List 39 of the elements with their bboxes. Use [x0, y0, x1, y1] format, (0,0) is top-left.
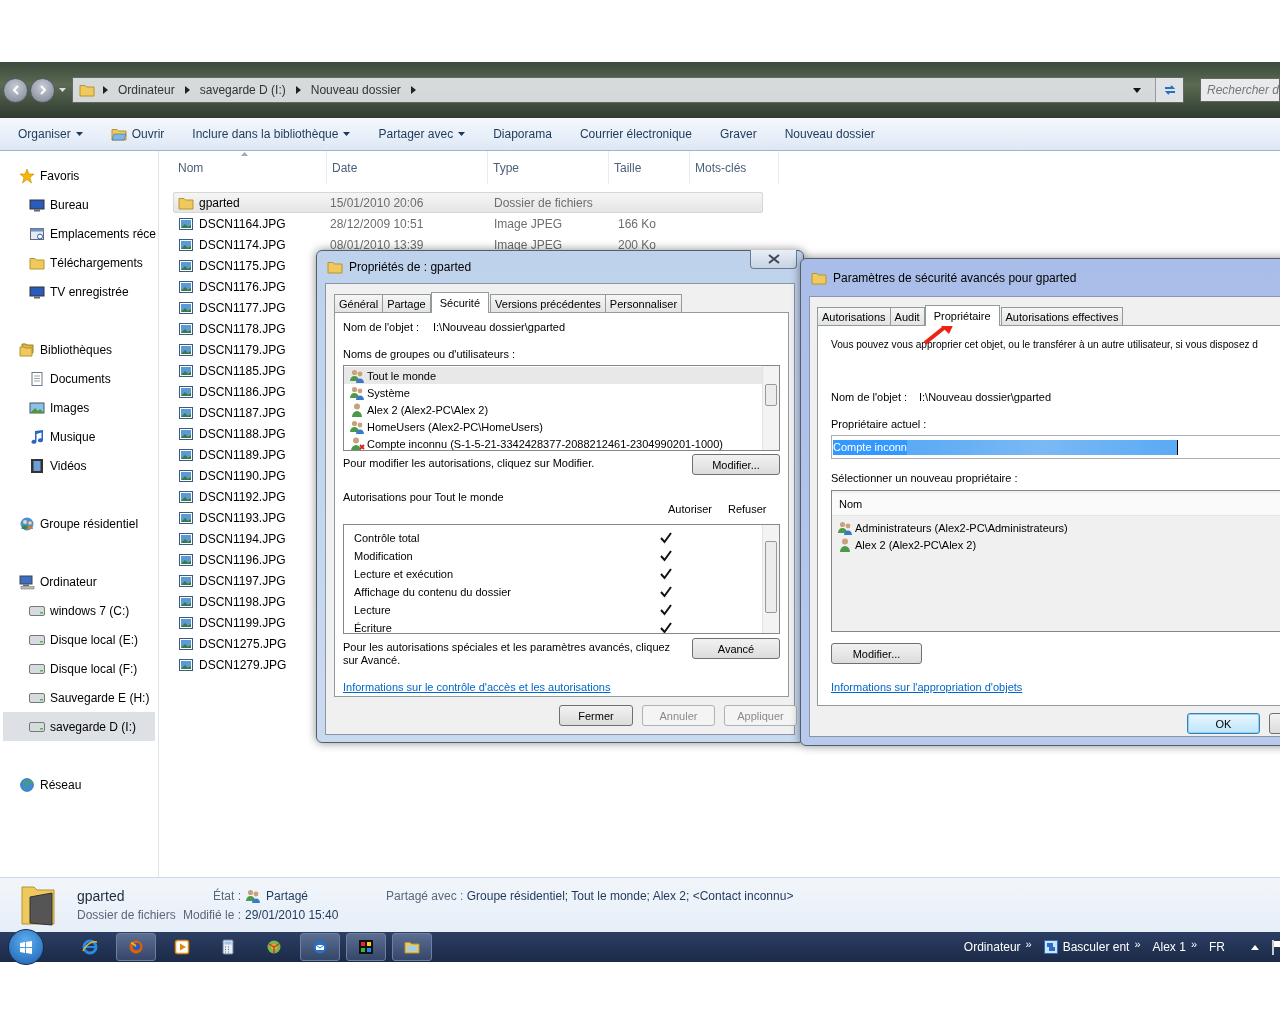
- state-label: État :: [212, 889, 241, 903]
- permission-name: Écriture: [354, 622, 393, 633]
- file-date: 28/12/2009 10:51: [329, 216, 425, 231]
- permission-name: Affichage du contenu du dossier: [354, 586, 512, 598]
- object-path: I:\Nouveau dossier\gparted: [919, 391, 1052, 403]
- owner-label: Propriétaire actuel :: [831, 418, 928, 432]
- permissions-label: Autorisations pour Tout le monde: [343, 491, 505, 503]
- modified-label: Modifié le :: [181, 908, 241, 922]
- file-type: Dossier de fichiers: [493, 195, 594, 210]
- object-label: Nom de l'objet :: [831, 391, 909, 403]
- file-date: 15/01/2010 20:06: [329, 195, 425, 210]
- column-header: Refuser: [728, 503, 768, 515]
- state-value: Partagé: [266, 889, 309, 903]
- file-date: 08/01/2010 13:39: [329, 237, 425, 252]
- object-label: Nom de l'objet :: [343, 321, 421, 333]
- dialog-title: Paramètres de sécurité avancés pour gparted: [833, 270, 1077, 285]
- file-name: DSCN1164.JPG: [174, 215, 326, 232]
- file-size: 200 Ko: [617, 237, 658, 252]
- shared-value: Groupe résidentiel; Tout le monde; Alex 2; <Contact inconnu>: [466, 889, 794, 903]
- modified-value: 29/01/2010 15:40: [245, 908, 340, 922]
- file-name: gparted: [174, 194, 326, 211]
- permission-name: Lecture et exécution: [354, 568, 455, 580]
- permission-name: Modification: [354, 550, 414, 562]
- permission-name: Lecture: [354, 604, 392, 616]
- hint-text: Pour modifier les autorisations, cliquez sur Modifier.: [343, 457, 595, 469]
- column-header: Autoriser: [668, 503, 714, 515]
- shared-label: Partagé avec :: [386, 889, 464, 903]
- item-name: gparted: [77, 888, 126, 904]
- permission-name: Contrôle total: [354, 532, 421, 544]
- users-label: Noms de groupes ou d'utilisateurs :: [343, 348, 517, 362]
- file-size: 166 Ko: [617, 216, 658, 231]
- file-name: DSCN1174.JPG: [174, 236, 326, 253]
- intro-text: Vous pouvez vous approprier cet objet, ou le transférer à un autre utilisateur, si vous disposez d: [831, 339, 1259, 352]
- hint-text: Pour les autorisations spéciales et les paramètres avancés, cliquez sur Avancé.: [343, 641, 672, 667]
- new-owner-label: Sélectionner un nouveau propriétaire :: [831, 472, 1019, 486]
- dialog-title: Propriétés de : gparted: [349, 260, 472, 274]
- file-type: Image JPEG: [493, 216, 564, 231]
- item-type: Dossier de fichiers: [77, 908, 177, 922]
- object-path: I:\Nouveau dossier\gparted: [433, 321, 566, 333]
